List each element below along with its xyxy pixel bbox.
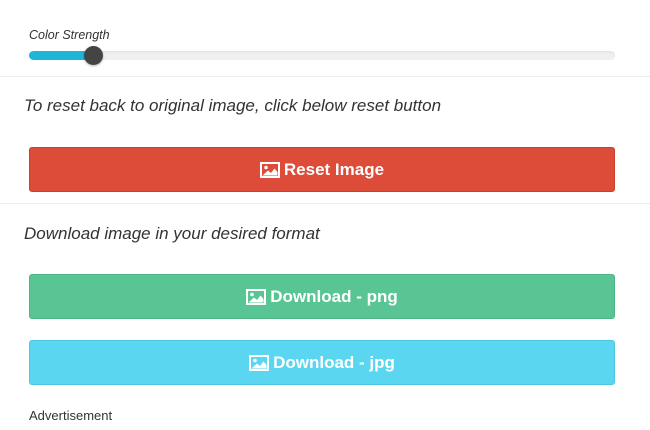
color-strength-label: Color Strength [29,28,110,42]
image-icon [246,288,267,305]
slider-thumb[interactable] [84,46,103,65]
download-jpg-button[interactable]: Download - jpg [29,340,615,385]
color-strength-slider[interactable] [29,46,615,65]
download-png-button[interactable]: Download - png [29,274,615,319]
reset-image-label: Reset Image [283,159,385,179]
advertisement-label: Advertisement [29,408,113,423]
download-png-label: Download - png [270,286,398,306]
reset-instruction: To reset back to original image, click b… [24,96,442,115]
divider [0,203,650,204]
download-instruction: Download image in your desired format [24,224,320,243]
divider [0,76,650,77]
download-jpg-label: Download - jpg [273,352,395,372]
image-editor-panel: Color Strength To reset back to original… [0,0,650,430]
reset-image-button[interactable]: Reset Image [29,147,615,192]
image-icon [259,161,280,178]
image-icon [249,354,270,371]
